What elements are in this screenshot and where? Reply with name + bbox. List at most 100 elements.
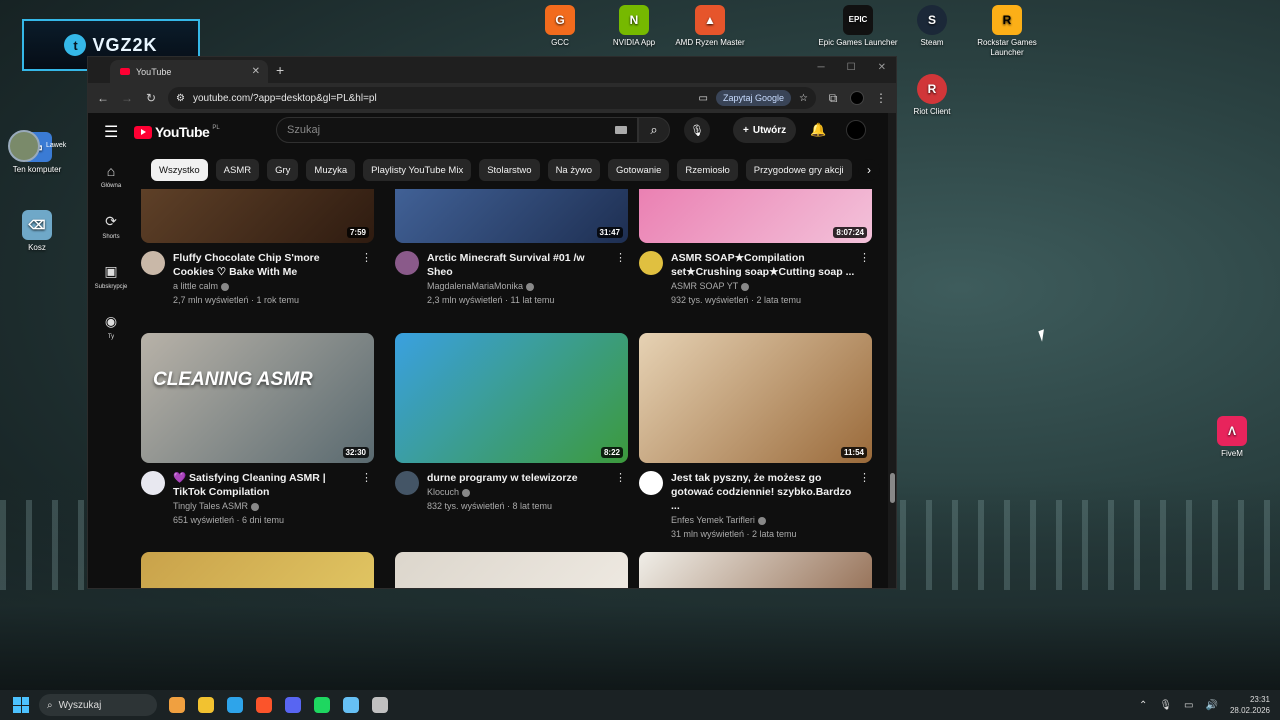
sidebar-item-you[interactable]: ◉ Ty (88, 301, 134, 351)
video-thumbnail[interactable] (639, 552, 872, 588)
video-card[interactable] (395, 552, 628, 588)
account-avatar[interactable] (846, 120, 866, 140)
more-options-icon[interactable]: ⋮ (361, 471, 372, 484)
chip-mix[interactable]: Playlisty YouTube Mix (363, 159, 472, 181)
chrome-icon[interactable] (227, 697, 243, 713)
video-card[interactable]: 7:59 Fluffy Chocolate Chip S'more Cookie… (141, 189, 374, 305)
channel-name[interactable]: Enfes Yemek Tarifleri (671, 515, 856, 525)
desktop-icon-rockstar[interactable]: R Rockstar Games Launcher (967, 5, 1047, 58)
channel-avatar[interactable] (639, 251, 663, 275)
channel-avatar[interactable] (639, 471, 663, 495)
video-thumbnail[interactable]: CLEANING ASMR 32:30 (141, 333, 374, 463)
chip-live[interactable]: Na żywo (547, 159, 600, 181)
chip-cooking[interactable]: Gotowanie (608, 159, 670, 181)
video-title[interactable]: 💜 Satisfying Cleaning ASMR | TikTok Comp… (173, 471, 358, 499)
scrollbar[interactable] (888, 113, 896, 588)
notifications-bell-icon[interactable]: 🔔 (810, 122, 826, 138)
volume-icon[interactable]: 🔊 (1206, 700, 1218, 711)
create-button[interactable]: + Utwórz (733, 117, 797, 143)
hamburger-menu-icon[interactable]: ☰ (104, 122, 134, 142)
chip-crafts[interactable]: Rzemiosło (677, 159, 738, 181)
channel-avatar[interactable] (395, 251, 419, 275)
cast-icon[interactable]: ▭ (699, 93, 708, 104)
video-thumbnail[interactable]: ARCTICPROWADZĄ: MADZIA I SHEO31:47 (395, 189, 628, 243)
video-thumbnail[interactable]: 8:07:24 (639, 189, 872, 243)
more-options-icon[interactable]: ⋮ (615, 471, 626, 484)
video-thumbnail[interactable] (395, 552, 628, 588)
chip-games[interactable]: Gry (267, 159, 299, 181)
desktop-icon-steam[interactable]: S Steam (892, 5, 972, 48)
video-title[interactable]: Jest tak pyszny, że możesz go gotować co… (671, 471, 856, 513)
taskbar-search-input[interactable]: ⌕ Wyszukaj (39, 694, 157, 716)
channel-avatar[interactable] (395, 471, 419, 495)
desktop-icon-gcc[interactable]: G GCC (520, 5, 600, 48)
sidebar-item-subscriptions[interactable]: ▣ Subskrypcje (88, 251, 134, 301)
desktop-icon-epic[interactable]: EPIC Epic Games Launcher (818, 5, 898, 48)
more-options-icon[interactable]: ⋮ (859, 471, 870, 484)
sidebar-item-home[interactable]: ⌂ Główna (88, 151, 134, 201)
spotify-icon[interactable] (314, 697, 330, 713)
network-icon[interactable]: ▭ (1184, 700, 1193, 711)
more-options-icon[interactable]: ⋮ (615, 251, 626, 264)
channel-name[interactable]: Klocuch (427, 487, 612, 497)
start-button[interactable] (13, 697, 29, 713)
chip-asmr[interactable]: ASMR (215, 159, 260, 181)
clock[interactable]: 23:31 28.02.2026 (1230, 694, 1270, 716)
bookmark-star-icon[interactable]: ☆ (799, 93, 808, 104)
reload-icon[interactable]: ↻ (144, 91, 158, 105)
site-info-icon[interactable]: ⚙ (176, 93, 185, 104)
desktop-icon-recycle-bin[interactable]: ⌫ Kosz (0, 210, 77, 253)
maximize-button[interactable]: ☐ (847, 62, 856, 73)
video-card[interactable]: 8:07:24 ASMR SOAP★Compilation set★Crushi… (639, 189, 872, 305)
youtube-logo[interactable]: YouTube PL (134, 124, 220, 140)
chip-music[interactable]: Muzyka (306, 159, 356, 181)
tab-youtube[interactable]: YouTube ✕ (110, 60, 268, 83)
copilot-icon[interactable] (169, 697, 185, 713)
video-card[interactable]: ARCTICPROWADZĄ: MADZIA I SHEO31:47 Arcti… (395, 189, 628, 305)
obs-icon[interactable] (372, 697, 388, 713)
video-title[interactable]: Arctic Minecraft Survival #01 /w Sheo (427, 251, 612, 279)
desktop-icon-nvidia[interactable]: N NVIDIA App (594, 5, 674, 48)
video-thumbnail[interactable]: 8:22 (395, 333, 628, 463)
minimize-button[interactable]: ─ (818, 62, 825, 73)
desktop-icon-fivem[interactable]: Λ FiveM (1192, 416, 1272, 459)
search-button[interactable]: ⌕ (638, 117, 670, 143)
forward-icon[interactable]: → (120, 91, 134, 105)
close-tab-icon[interactable]: ✕ (252, 66, 260, 77)
channel-name[interactable]: MagdalenaMariaMonika (427, 281, 612, 291)
file-explorer-icon[interactable] (198, 697, 214, 713)
video-card[interactable]: 8:22 durne programy w telewizorze Klocuc… (395, 333, 628, 511)
close-window-button[interactable]: ✕ (878, 62, 886, 73)
more-options-icon[interactable]: ⋮ (859, 251, 870, 264)
video-title[interactable]: Fluffy Chocolate Chip S'more Cookies ♡ B… (173, 251, 358, 279)
channel-name[interactable]: Tingly Tales ASMR (173, 501, 358, 511)
channel-avatar[interactable] (141, 251, 165, 275)
desktop-icon-riot[interactable]: R Riot Client (892, 74, 972, 117)
channel-name[interactable]: ASMR SOAP YT (671, 281, 856, 291)
channel-avatar[interactable] (141, 471, 165, 495)
sidebar-item-shorts[interactable]: ⟳ Shorts (88, 201, 134, 251)
extensions-icon[interactable]: ⧉ (826, 91, 840, 106)
chevron-up-icon[interactable]: ⌃ (1139, 700, 1147, 711)
video-card[interactable] (639, 552, 872, 588)
profile-avatar[interactable] (850, 91, 864, 105)
video-card[interactable]: CLEANING ASMR 32:30 💜 Satisfying Cleaning… (141, 333, 374, 525)
url-field[interactable]: ⚙ youtube.com/?app=desktop&gl=PL&hl=pl ▭… (168, 87, 816, 109)
video-title[interactable]: ASMR SOAP★Compilation set★Crushing soap★… (671, 251, 856, 279)
keyboard-icon[interactable] (615, 126, 627, 134)
microphone-icon[interactable]: 🎙 (1159, 700, 1172, 711)
video-card[interactable] (141, 552, 374, 588)
menu-kebab-icon[interactable]: ⋮ (874, 91, 888, 105)
new-tab-button[interactable]: + (276, 62, 284, 78)
discord-icon[interactable] (285, 697, 301, 713)
video-thumbnail[interactable]: 7:59 (141, 189, 374, 243)
scrollbar-thumb[interactable] (890, 473, 895, 503)
chip-all[interactable]: Wszystko (151, 159, 208, 181)
video-thumbnail[interactable] (141, 552, 374, 588)
channel-name[interactable]: a little calm (173, 281, 358, 291)
brave-icon[interactable] (256, 697, 272, 713)
steam-icon[interactable] (343, 697, 359, 713)
video-title[interactable]: durne programy w telewizorze (427, 471, 612, 485)
chip-action-adventure[interactable]: Przygodowe gry akcji (745, 159, 852, 181)
search-input[interactable]: Szukaj (276, 117, 638, 143)
